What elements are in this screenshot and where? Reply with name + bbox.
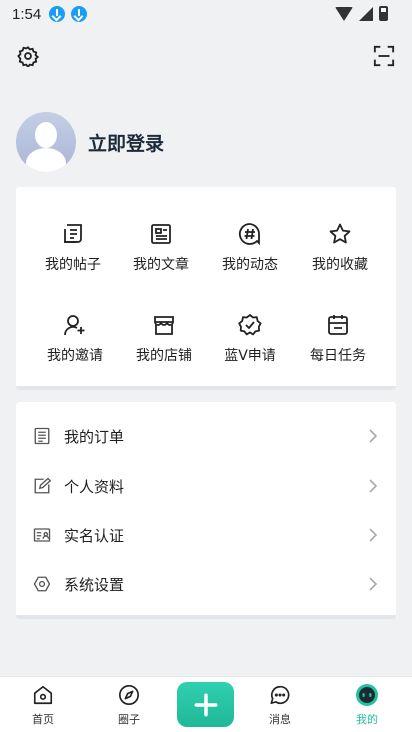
- grid-item-daily-tasks[interactable]: 每日任务: [293, 312, 383, 365]
- scan-icon[interactable]: [370, 42, 398, 70]
- chevron-right-icon: [369, 429, 378, 443]
- home-icon: [31, 683, 55, 707]
- settings-gear-icon[interactable]: [14, 42, 42, 70]
- chevron-right-icon: [369, 479, 378, 493]
- grid-item-blue-v[interactable]: 蓝V申请: [205, 312, 295, 365]
- settings-hex-icon: [33, 575, 51, 593]
- battery-icon: [379, 6, 388, 21]
- status-indicators: [335, 6, 388, 21]
- grid-item-favorites[interactable]: 我的收藏: [295, 221, 385, 274]
- calendar-icon: [325, 312, 351, 338]
- grid-item-activity[interactable]: 我的动态: [205, 221, 295, 274]
- chevron-right-icon: [369, 577, 378, 591]
- grid-item-store[interactable]: 我的店铺: [119, 312, 209, 365]
- download-icon: [71, 6, 88, 22]
- profile-header[interactable]: 立即登录: [16, 112, 164, 172]
- invite-user-icon: [62, 312, 88, 338]
- menu-list-card: 我的订单 个人资料 实名认证 系统设置: [16, 402, 396, 619]
- menu-item-orders[interactable]: 我的订单: [16, 414, 396, 458]
- star-icon: [327, 221, 353, 247]
- grid-item-articles[interactable]: 我的文章: [116, 221, 206, 274]
- nav-tab-circle[interactable]: 圈子: [99, 683, 159, 727]
- nav-tab-messages[interactable]: 消息: [250, 683, 310, 727]
- hashtag-icon: [237, 221, 263, 247]
- login-link[interactable]: 立即登录: [88, 129, 164, 156]
- nav-tab-home[interactable]: 首页: [13, 683, 73, 727]
- status-time: 1:54: [12, 5, 42, 23]
- nav-tab-mine[interactable]: 我的: [337, 683, 397, 727]
- message-icon: [268, 683, 292, 707]
- edit-profile-icon: [33, 477, 51, 495]
- post-icon: [60, 221, 86, 247]
- create-post-button[interactable]: [177, 682, 234, 727]
- verified-badge-icon: [237, 312, 263, 338]
- signal-icon: [359, 6, 373, 21]
- avatar[interactable]: [16, 112, 76, 172]
- wifi-icon: [335, 6, 353, 21]
- menu-item-verification[interactable]: 实名认证: [16, 513, 396, 557]
- menu-item-system-settings[interactable]: 系统设置: [16, 562, 396, 606]
- grid-item-posts[interactable]: 我的帖子: [28, 221, 118, 274]
- id-card-icon: [33, 526, 51, 544]
- grid-item-invitations[interactable]: 我的邀请: [30, 312, 120, 365]
- store-icon: [151, 312, 177, 338]
- chevron-right-icon: [369, 528, 378, 542]
- status-bar: 1:54: [0, 0, 412, 28]
- article-icon: [148, 221, 174, 247]
- download-icon: [49, 6, 66, 22]
- menu-item-profile[interactable]: 个人资料: [16, 464, 396, 508]
- compass-icon: [117, 683, 141, 707]
- feature-grid-card: 我的帖子 我的文章 我的动态 我的收藏 我的邀请 我的店铺 蓝V申请 每日任务: [16, 187, 396, 390]
- order-list-icon: [33, 427, 51, 445]
- profile-face-icon: [355, 683, 379, 707]
- plus-icon: [194, 693, 217, 716]
